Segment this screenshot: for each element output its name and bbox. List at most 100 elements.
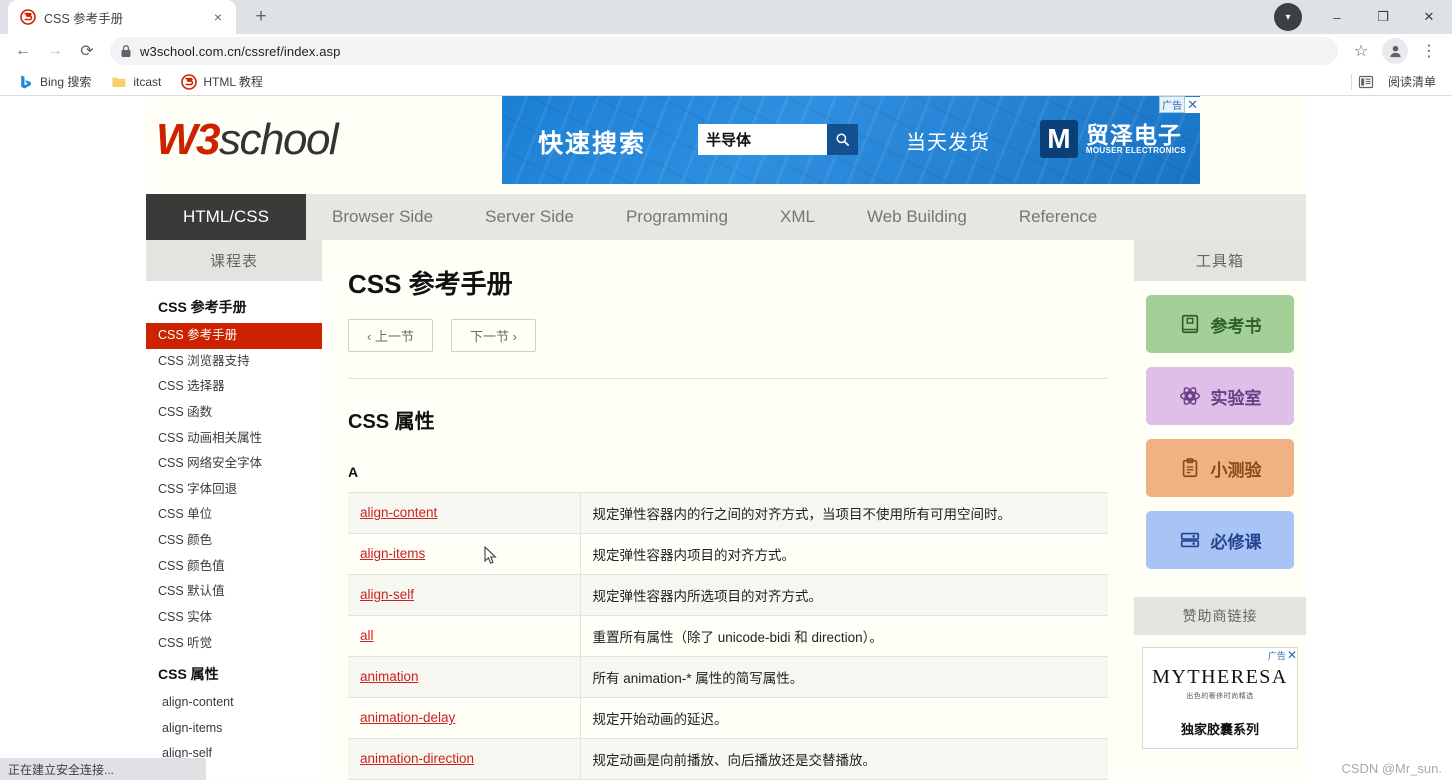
sidebar-item-css-reference[interactable]: CSS 参考手册 (146, 323, 322, 349)
table-row[interactable]: align-self 规定弹性容器内所选项目的对齐方式。 (348, 575, 1108, 616)
table-row[interactable]: animation-delay 规定开始动画的延迟。 (348, 698, 1108, 739)
tab-web-building[interactable]: Web Building (841, 194, 993, 240)
divider (1351, 74, 1352, 90)
property-link[interactable]: all (360, 628, 374, 643)
sidebar-item-font-fallbacks[interactable]: CSS 字体回退 (146, 477, 322, 503)
next-section-button[interactable]: 下一节 › (451, 319, 536, 352)
logo-w3: W3 (156, 115, 219, 164)
property-link[interactable]: animation-direction (360, 751, 474, 766)
sidebar-group-title-properties: CSS 属性 (146, 656, 322, 690)
sidebar-item-units[interactable]: CSS 单位 (146, 502, 322, 528)
sponsor-ad-label-group[interactable]: 广告✕ (1268, 648, 1297, 662)
tab-title: CSS 参考手册 (44, 8, 200, 27)
table-row[interactable]: align-content 规定弹性容器内的行之间的对齐方式，当项目不使用所有可… (348, 493, 1108, 534)
prev-section-button[interactable]: ‹ 上一节 (348, 319, 433, 352)
address-bar[interactable]: w3school.com.cn/cssref/index.asp (110, 37, 1338, 65)
table-row[interactable]: all 重置所有属性（除了 unicode-bidi 和 direction）。 (348, 616, 1108, 657)
property-link[interactable]: animation-delay (360, 710, 455, 725)
sidebar-item-color-values[interactable]: CSS 颜色值 (146, 554, 322, 580)
window-maximize-button[interactable]: ❐ (1360, 0, 1406, 34)
toolbar-right-actions: ☆ ⋮ (1346, 36, 1444, 66)
sponsor-ad-close-icon[interactable]: ✕ (1287, 648, 1297, 662)
avatar[interactable] (1382, 38, 1408, 64)
window-close-button[interactable]: ✕ (1406, 0, 1452, 34)
sidebar-item-web-safe-fonts[interactable]: CSS 网络安全字体 (146, 451, 322, 477)
tab-programming[interactable]: Programming (600, 194, 754, 240)
w3school-site: W3school 广告 ✕ 快速搜索 半导体 (146, 96, 1306, 780)
sidebar-item-colors[interactable]: CSS 颜色 (146, 528, 322, 554)
bookmark-html-tutorial[interactable]: HTML 教程 (173, 70, 271, 93)
tab-reference[interactable]: Reference (993, 194, 1123, 240)
reading-list-entry[interactable]: 阅读清单 (1341, 70, 1444, 93)
forward-button[interactable]: → (40, 36, 70, 66)
toolbox-button-courses[interactable]: 必修课 (1146, 511, 1294, 569)
ad-label: 广告 (1159, 96, 1185, 113)
clipboard-icon (1179, 457, 1201, 479)
ad-shipping-text: 当天发货 (906, 126, 990, 155)
browser-window: CSS 参考手册 × + ▾ – ❐ ✕ ← → ⟳ w3school.com.… (0, 0, 1452, 780)
sidebar-item-entities[interactable]: CSS 实体 (146, 605, 322, 631)
toolbox-button-label: 参考书 (1211, 312, 1262, 337)
sidebar-item-default-values[interactable]: CSS 默认值 (146, 579, 322, 605)
sidebar-item-browser-support[interactable]: CSS 浏览器支持 (146, 349, 322, 375)
ad-label-group[interactable]: 广告 ✕ (1159, 96, 1200, 113)
sidebar-item-selectors[interactable]: CSS 选择器 (146, 374, 322, 400)
toolbox-button-lab[interactable]: 实验室 (1146, 367, 1294, 425)
window-minimize-button[interactable]: – (1314, 0, 1360, 34)
watermark: CSDN @Mr_sun. (1341, 761, 1442, 776)
site-logo[interactable]: W3school (156, 118, 337, 162)
reload-button[interactable]: ⟳ (72, 36, 102, 66)
tab-close-icon[interactable]: × (208, 7, 228, 27)
search-glyph-icon (835, 132, 850, 147)
sidebar-item-animatable[interactable]: CSS 动画相关属性 (146, 426, 322, 452)
alphabet-letter-heading: A (348, 464, 1108, 492)
tab-html-css[interactable]: HTML/CSS (146, 194, 306, 240)
status-bar: 正在建立安全连接... (0, 758, 206, 780)
property-link[interactable]: align-content (360, 505, 437, 520)
bookmark-star-icon[interactable]: ☆ (1346, 36, 1376, 66)
toolbox-button-reference-book[interactable]: 参考书 (1146, 295, 1294, 353)
top-banner-ad[interactable]: 广告 ✕ 快速搜索 半导体 当天发货 (502, 96, 1200, 184)
bookmark-itcast[interactable]: itcast (103, 71, 169, 93)
property-link[interactable]: align-self (360, 587, 414, 602)
tab-browser-side[interactable]: Browser Side (306, 194, 459, 240)
new-tab-button[interactable]: + (246, 2, 276, 32)
sidebar-item-align-items[interactable]: align-items (146, 716, 322, 742)
table-row[interactable]: align-items 规定弹性容器内项目的对齐方式。 (348, 534, 1108, 575)
browser-menu-icon[interactable]: ⋮ (1414, 36, 1444, 66)
ad-brand: M 贸泽电子 MOUSER ELECTRONICS (1040, 120, 1186, 158)
table-row[interactable]: animation-direction 规定动画是向前播放、向后播放还是交替播放… (348, 739, 1108, 780)
table-row[interactable]: animation 所有 animation-* 属性的简写属性。 (348, 657, 1108, 698)
tab-xml[interactable]: XML (754, 194, 841, 240)
property-link[interactable]: align-items (360, 546, 425, 561)
left-sidebar-header: 课程表 (146, 240, 322, 281)
reading-list-icon (1358, 74, 1374, 90)
table-cell-desc: 所有 animation-* 属性的简写属性。 (580, 657, 1108, 698)
sponsor-brand: MYTHERESA (1149, 666, 1291, 689)
toolbox-button-label: 实验室 (1211, 384, 1262, 409)
table-cell-desc: 规定动画是向前播放、向后播放还是交替播放。 (580, 739, 1108, 780)
table-cell-name: animation-delay (348, 698, 580, 739)
bookmark-label: HTML 教程 (203, 73, 263, 90)
bookmark-bing[interactable]: Bing 搜索 (10, 70, 99, 93)
sidebar-item-aural[interactable]: CSS 听觉 (146, 631, 322, 657)
ad-search-input[interactable]: 半导体 (698, 129, 827, 150)
mouser-logo-icon: M (1040, 120, 1078, 158)
site-nav-tabs: HTML/CSS Browser Side Server Side Progra… (146, 194, 1306, 240)
back-button[interactable]: ← (8, 36, 38, 66)
browser-tab-active[interactable]: CSS 参考手册 × (8, 0, 236, 34)
ad-close-icon[interactable]: ✕ (1185, 97, 1200, 113)
right-sidebar: 工具箱 参考书 (1134, 240, 1306, 780)
sidebar-item-functions[interactable]: CSS 函数 (146, 400, 322, 426)
main-content: CSS 参考手册 ‹ 上一节 下一节 › CSS 属性 A align-cont… (322, 240, 1134, 780)
tab-server-side[interactable]: Server Side (459, 194, 600, 240)
sponsor-ad[interactable]: 广告✕ MYTHERESA 出色的奢侈时尚精选 独家胶囊系列 (1142, 647, 1298, 749)
sidebar-item-align-content[interactable]: align-content (146, 690, 322, 716)
toolbox-button-quiz[interactable]: 小测验 (1146, 439, 1294, 497)
search-icon[interactable] (827, 124, 858, 155)
property-link[interactable]: animation (360, 669, 419, 684)
profile-chevron-icon[interactable]: ▾ (1274, 3, 1302, 31)
bookmarks-bar: Bing 搜索 itcast HTML 教程 阅读清单 (0, 68, 1452, 96)
browser-toolbar: ← → ⟳ w3school.com.cn/cssref/index.asp ☆… (0, 34, 1452, 68)
ad-search-box[interactable]: 半导体 (698, 124, 858, 155)
